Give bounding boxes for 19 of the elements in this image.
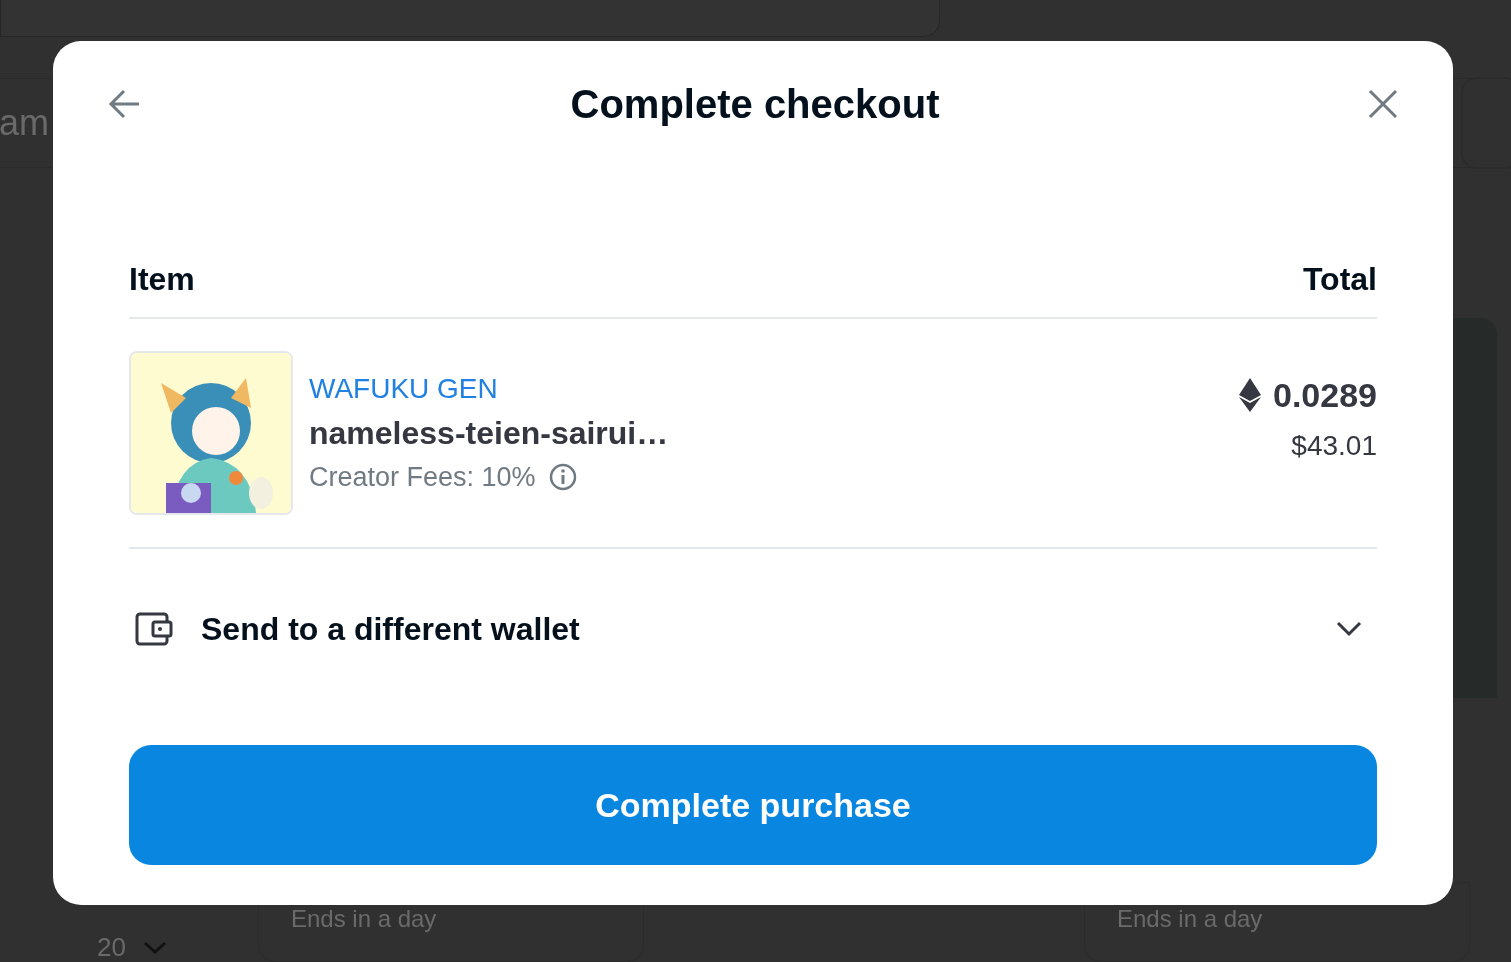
- page-size-value[interactable]: 20: [97, 928, 126, 962]
- complete-purchase-button[interactable]: Complete purchase: [129, 745, 1377, 865]
- column-header: Item: [129, 260, 195, 299]
- collection-link[interactable]: WAFUKU GEN: [309, 368, 669, 409]
- item-name: nameless-teien-sairui…: [309, 413, 669, 453]
- info-icon[interactable]: [547, 462, 578, 492]
- chevron-icon: [1335, 620, 1363, 638]
- close-icon[interactable]: [1367, 88, 1399, 120]
- dialog-title: Complete checkout: [570, 81, 940, 128]
- time-left: Ends in a day: [1116, 905, 1263, 932]
- ethereum-icon: [1239, 378, 1261, 412]
- tab-label[interactable]: am: [0, 96, 49, 150]
- time-left: Ends in a day: [290, 905, 437, 932]
- wallet-icon: [135, 610, 173, 648]
- creator-fees: Creator Fees: 10%: [309, 460, 536, 494]
- different-wallet-toggle[interactable]: Send to a different wallet: [129, 549, 1377, 709]
- price-eth: 0.0289: [1273, 374, 1377, 416]
- column-header: Total: [1302, 260, 1377, 299]
- price-usd: $43.01: [1291, 428, 1377, 463]
